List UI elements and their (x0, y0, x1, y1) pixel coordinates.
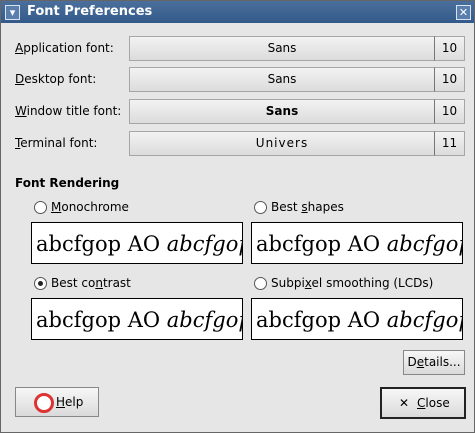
window-title-font-button[interactable]: Sans (129, 99, 435, 124)
details-button[interactable]: Details... (403, 350, 465, 375)
desktop-font-name: Sans (267, 72, 297, 86)
window-title-font-name: Sans (265, 104, 299, 118)
application-font-name: Sans (267, 41, 297, 55)
best-contrast-label[interactable]: Best contrast (51, 276, 131, 290)
window-title-font-label: Window title font: (15, 104, 122, 118)
help-button[interactable]: Help (15, 387, 99, 417)
application-font-size[interactable]: 10 (434, 36, 465, 61)
desktop-font-label: Desktop font: (15, 72, 97, 86)
window-close-button[interactable]: ✕ (456, 5, 471, 20)
terminal-font-button[interactable]: Univers (129, 131, 435, 156)
subpixel-label[interactable]: Subpixel smoothing (LCDs) (271, 276, 433, 290)
application-font-label: Application font: (15, 41, 114, 55)
x-icon: ✕ (399, 396, 410, 410)
life-buoy-icon (34, 393, 54, 413)
close-label: Close (417, 396, 450, 410)
terminal-font-name: Univers (255, 136, 309, 150)
font-preferences-window: ▾ Font Preferences ✕ Application font: S… (0, 0, 475, 433)
close-button[interactable]: ✕ Close (380, 387, 466, 419)
help-label: Help (56, 395, 84, 409)
subpixel-radio[interactable] (254, 277, 267, 290)
window-title-font-size[interactable]: 10 (434, 99, 465, 124)
best-shapes-label[interactable]: Best shapes (271, 200, 344, 214)
application-font-button[interactable]: Sans (129, 36, 435, 61)
terminal-font-size[interactable]: 11 (434, 131, 465, 156)
window-title: Font Preferences (27, 4, 153, 19)
best-shapes-radio[interactable] (254, 201, 267, 214)
monochrome-radio[interactable] (34, 201, 47, 214)
terminal-font-label: Terminal font: (15, 136, 98, 150)
window-menu-button[interactable]: ▾ (5, 5, 20, 20)
best-contrast-radio[interactable] (34, 277, 47, 290)
best-contrast-preview[interactable]: abcfgop AO abcfgop (31, 298, 243, 340)
desktop-font-size[interactable]: 10 (434, 67, 465, 92)
title-bar: ▾ Font Preferences ✕ (1, 1, 474, 23)
subpixel-preview[interactable]: abcfgop AO abcfgop (251, 298, 463, 340)
desktop-font-button[interactable]: Sans (129, 67, 435, 92)
monochrome-preview[interactable]: abcfgop AO abcfgop (31, 222, 243, 264)
font-rendering-heading: Font Rendering (15, 176, 120, 190)
best-shapes-preview[interactable]: abcfgop AO abcfgop (251, 222, 463, 264)
monochrome-label[interactable]: Monochrome (51, 200, 129, 214)
